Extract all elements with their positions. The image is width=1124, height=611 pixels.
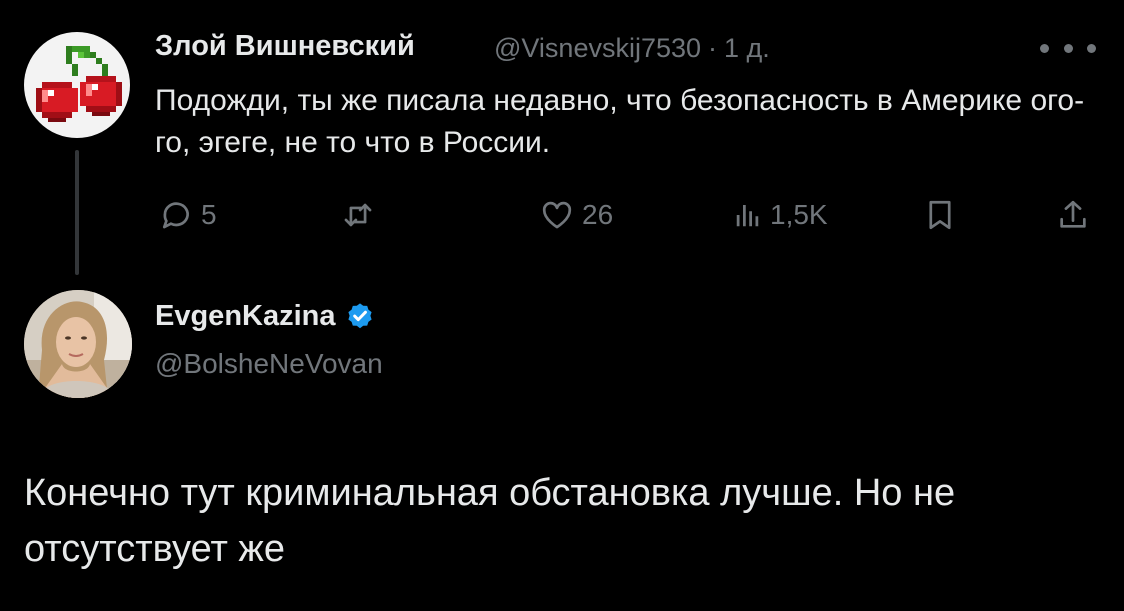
tweet-text: Подожди, ты же писала недавно, что безоп… (155, 84, 1085, 159)
reply-author-avatar[interactable] (24, 290, 132, 398)
share-icon (1060, 200, 1086, 228)
author-handle[interactable]: @Visnevskij7530 (494, 33, 701, 63)
heart-icon (542, 201, 572, 229)
author-name[interactable]: Злой Вишневский (155, 30, 415, 63)
bookmark-icon (929, 200, 951, 230)
more-options-button[interactable] (1040, 28, 1096, 68)
reply-author-name-row: EvgenKazina (155, 300, 376, 333)
like-button[interactable]: 26 (539, 193, 613, 237)
repost-icon (344, 203, 372, 227)
like-count: 26 (582, 199, 614, 230)
bookmark-button[interactable] (923, 193, 957, 237)
views-count: 1,5K (770, 199, 828, 230)
views-button[interactable]: 1,5K (733, 193, 828, 237)
reply-author-handle[interactable]: @BolsheNeVovan (155, 348, 383, 380)
author-avatar[interactable] (24, 32, 130, 138)
views-chart-icon (736, 205, 759, 227)
reply-icon (162, 202, 189, 229)
more-dot-icon (1040, 43, 1049, 53)
more-dot-icon (1087, 43, 1096, 53)
reply-author-name[interactable]: EvgenKazina (155, 300, 336, 333)
reply-tweet-text: Конечно тут криминальная обстановка лучш… (24, 472, 956, 570)
cherry-icon (36, 46, 122, 122)
thread-connector-line (75, 150, 79, 275)
reply-count: 5 (201, 199, 217, 230)
tweet-timestamp[interactable]: 1 д. (724, 33, 770, 63)
more-dot-icon (1063, 43, 1073, 53)
share-button[interactable] (1056, 193, 1090, 237)
repost-button[interactable] (340, 193, 383, 237)
verified-badge-icon[interactable] (344, 301, 376, 333)
meta-separator: · (708, 33, 718, 63)
profile-photo (24, 290, 132, 398)
reply-button[interactable]: 5 (160, 193, 217, 237)
tweet-meta: @Visnevskij7530 · 1 д. (494, 33, 770, 64)
